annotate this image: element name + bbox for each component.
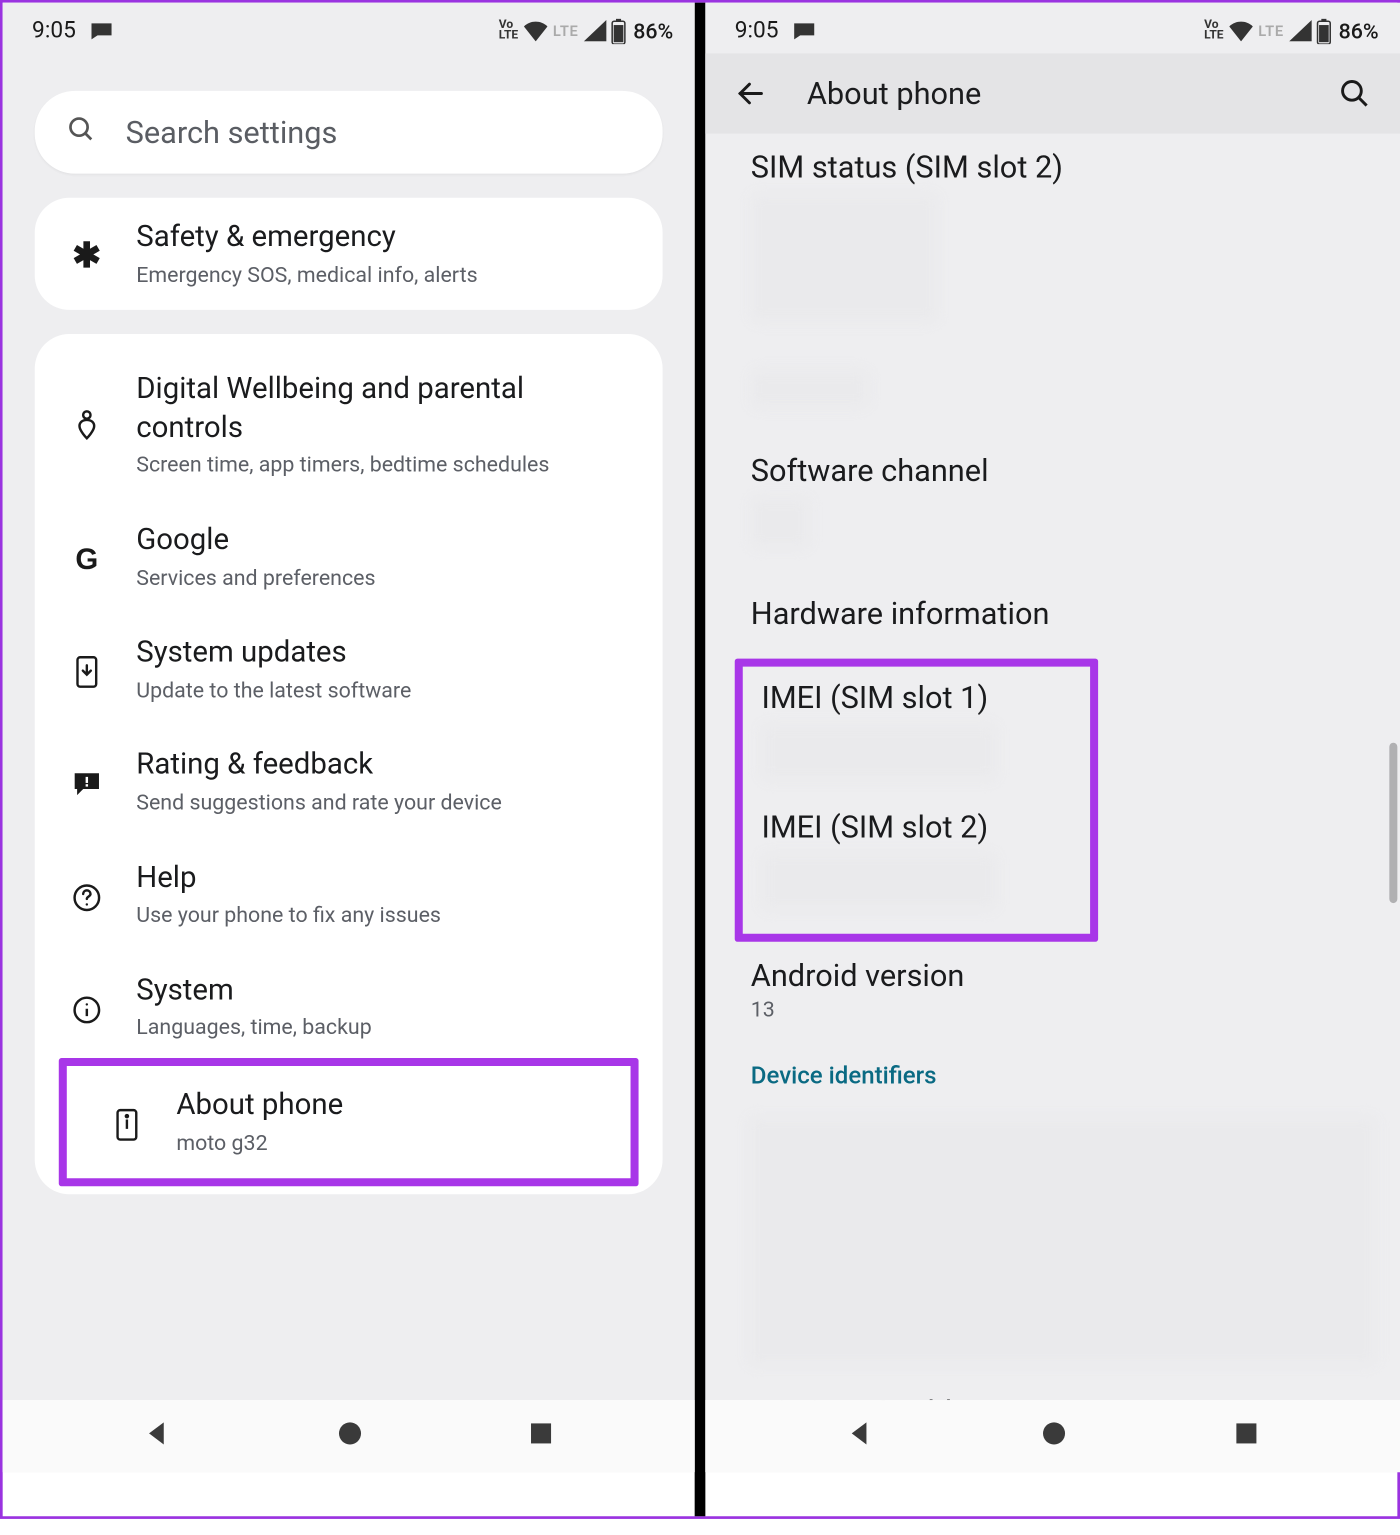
battery-icon (1316, 18, 1332, 43)
chat-icon (89, 21, 113, 41)
redacted-value (751, 370, 869, 407)
setting-about-phone[interactable]: About phone moto g32 (67, 1066, 631, 1178)
status-bar: 9:05 Vo LTE LTE 86% (3, 3, 695, 54)
phone-info-icon (107, 1107, 147, 1142)
help-icon (67, 883, 107, 912)
setting-wellbeing[interactable]: Digital Wellbeing and parental controls … (35, 342, 663, 501)
about-phone-screen: 9:05 Vo LTE LTE 86% (705, 3, 1400, 1472)
search-settings[interactable]: Search settings (35, 91, 663, 174)
wifi-icon (1228, 20, 1255, 41)
scrollbar[interactable] (1389, 743, 1397, 903)
status-bar: 9:05 Vo LTE LTE 86% (705, 3, 1400, 54)
signal-icon (582, 20, 606, 41)
nav-recents[interactable] (1233, 1420, 1260, 1452)
sim-status-item[interactable]: SIM status (SIM slot 2) (705, 139, 1400, 442)
lte-label: LTE (1258, 22, 1284, 39)
status-time: 9:05 (32, 17, 76, 44)
volte-icon: Vo LTE (499, 20, 518, 42)
device-identifiers-link[interactable]: Device identifiers (705, 1051, 1400, 1108)
asterisk-icon: ✱ (67, 237, 107, 277)
signal-icon (1288, 20, 1312, 41)
volte-icon: Vo LTE (1204, 20, 1223, 42)
chat-icon (792, 21, 816, 41)
nav-home[interactable] (1039, 1419, 1068, 1454)
battery-percent: 86% (1339, 18, 1379, 43)
search-icon (67, 115, 96, 150)
software-channel-item[interactable]: Software channel (705, 442, 1400, 582)
nav-back[interactable] (143, 1419, 172, 1454)
hardware-info-header: Hardware information (705, 582, 1400, 647)
wellbeing-icon (67, 409, 107, 441)
imei-highlight: IMEI (SIM slot 1) IMEI (SIM slot 2) (735, 659, 1098, 942)
imei-slot1-item[interactable]: IMEI (SIM slot 1) (761, 680, 1066, 810)
app-bar: About phone (705, 53, 1400, 133)
redacted-value (761, 724, 996, 780)
google-icon: G (67, 542, 107, 577)
redacted-value (751, 194, 938, 322)
battery-percent: 86% (633, 18, 673, 43)
battery-icon (611, 18, 627, 43)
nav-back[interactable] (846, 1419, 875, 1454)
page-title: About phone (807, 75, 1333, 111)
lte-label: LTE (553, 22, 579, 39)
redacted-block (748, 1117, 1376, 1365)
navigation-bar (3, 1400, 695, 1472)
android-version-item[interactable]: Android version 13 (705, 955, 1400, 1051)
search-button[interactable] (1333, 77, 1376, 109)
redacted-value (751, 497, 810, 548)
nav-home[interactable] (335, 1419, 364, 1454)
update-icon (67, 655, 107, 690)
status-time: 9:05 (735, 17, 779, 44)
setting-safety[interactable]: ✱ Safety & emergency Emergency SOS, medi… (35, 198, 663, 310)
navigation-bar (705, 1400, 1400, 1472)
setting-google[interactable]: G Google Services and preferences (35, 501, 663, 613)
setting-help[interactable]: Help Use your phone to fix any issues (35, 838, 663, 950)
imei-slot2-item[interactable]: IMEI (SIM slot 2) (761, 810, 1066, 916)
feedback-icon (67, 771, 107, 798)
setting-updates[interactable]: System updates Update to the latest soft… (35, 613, 663, 725)
wifi-icon (522, 20, 549, 41)
setting-system[interactable]: System Languages, time, backup (35, 951, 663, 1063)
settings-screen: 9:05 Vo LTE LTE 86% (3, 3, 695, 1472)
search-placeholder: Search settings (126, 114, 338, 150)
redacted-value (761, 854, 996, 910)
setting-rating[interactable]: Rating & feedback Send suggestions and r… (35, 726, 663, 838)
nav-recents[interactable] (528, 1420, 555, 1452)
back-button[interactable] (729, 77, 772, 109)
info-icon (67, 995, 107, 1024)
